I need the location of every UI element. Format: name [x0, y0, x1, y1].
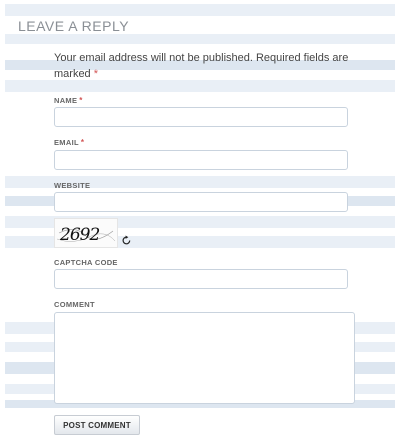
comment-textarea[interactable] [54, 312, 355, 404]
notice-text: Your email address will not be published… [54, 52, 349, 80]
name-input[interactable] [54, 107, 348, 127]
required-mark: * [80, 138, 85, 147]
website-label: WEBSITE [54, 181, 91, 190]
website-input[interactable] [54, 192, 348, 212]
captcha-input[interactable] [54, 269, 348, 289]
post-comment-button[interactable]: POST COMMENT [54, 415, 140, 435]
required-mark: * [79, 96, 83, 105]
captcha-label: CAPTCHA CODE [54, 258, 118, 267]
name-label: NAME * [54, 96, 83, 105]
name-label-text: NAME [54, 96, 78, 105]
email-input[interactable] [54, 150, 348, 170]
captcha-code-text: 2692 [59, 225, 99, 245]
comment-label: COMMENT [54, 300, 95, 309]
required-fields-notice: Your email address will not be published… [54, 50, 354, 82]
section-title: LEAVE A REPLY [18, 18, 130, 34]
email-label-text: EMAIL [54, 138, 79, 147]
required-mark: * [93, 68, 99, 80]
captcha-distorted-text: 2692 [56, 225, 116, 245]
captcha-image: 2692 [54, 218, 118, 248]
email-label: EMAIL * [54, 138, 84, 147]
refresh-icon[interactable] [121, 235, 132, 248]
